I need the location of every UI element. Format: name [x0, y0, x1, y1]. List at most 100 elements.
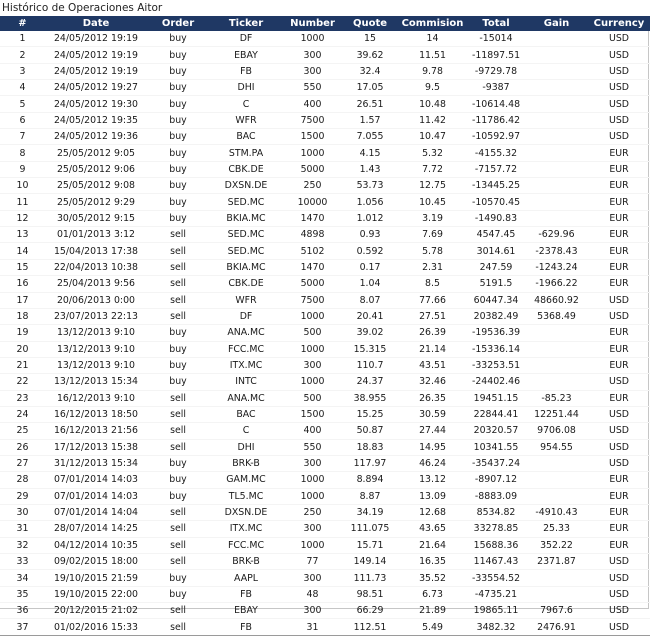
- cell-date[interactable]: 24/05/2012 19:19: [45, 46, 147, 64]
- column-header-date[interactable]: Date: [45, 16, 147, 31]
- cell-total[interactable]: 247.59: [467, 259, 525, 277]
- cell-ticker[interactable]: DF: [209, 31, 283, 48]
- cell-quote[interactable]: 117.97: [342, 455, 398, 473]
- cell-quote[interactable]: 66.29: [342, 602, 398, 620]
- cell-quote[interactable]: 1.04: [342, 275, 398, 293]
- cell-ticker[interactable]: GAM.MC: [209, 471, 283, 489]
- cell-commision[interactable]: 26.39: [398, 324, 467, 342]
- cell-currency[interactable]: USD: [588, 128, 650, 146]
- cell-index[interactable]: 11: [0, 193, 45, 211]
- cell-gain[interactable]: [525, 161, 588, 179]
- cell-commision[interactable]: 32.46: [398, 373, 467, 391]
- cell-gain[interactable]: [525, 324, 588, 342]
- cell-number[interactable]: 300: [283, 357, 342, 375]
- cell-total[interactable]: 15688.36: [467, 537, 525, 555]
- cell-order[interactable]: buy: [147, 357, 209, 375]
- cell-order[interactable]: buy: [147, 193, 209, 211]
- cell-currency[interactable]: USD: [588, 406, 650, 424]
- cell-ticker[interactable]: FCC.MC: [209, 537, 283, 555]
- cell-order[interactable]: sell: [147, 259, 209, 277]
- cell-currency[interactable]: USD: [588, 95, 650, 113]
- cell-order[interactable]: buy: [147, 144, 209, 162]
- cell-currency[interactable]: EUR: [588, 471, 650, 489]
- cell-commision[interactable]: 43.51: [398, 357, 467, 375]
- cell-currency[interactable]: USD: [588, 308, 650, 326]
- cell-commision[interactable]: 7.72: [398, 161, 467, 179]
- cell-gain[interactable]: [525, 586, 588, 604]
- cell-date[interactable]: 23/07/2013 22:13: [45, 308, 147, 326]
- cell-total[interactable]: -10592.97: [467, 128, 525, 146]
- cell-gain[interactable]: [525, 46, 588, 64]
- cell-total[interactable]: -11897.51: [467, 46, 525, 64]
- cell-currency[interactable]: EUR: [588, 177, 650, 195]
- cell-date[interactable]: 07/01/2014 14:03: [45, 488, 147, 505]
- column-header-index[interactable]: #: [0, 16, 45, 31]
- cell-total[interactable]: -8883.09: [467, 488, 525, 505]
- cell-order[interactable]: buy: [147, 488, 209, 505]
- cell-currency[interactable]: USD: [588, 373, 650, 391]
- cell-quote[interactable]: 17.05: [342, 79, 398, 97]
- cell-gain[interactable]: -4910.43: [525, 504, 588, 522]
- cell-order[interactable]: sell: [147, 406, 209, 424]
- cell-commision[interactable]: 10.48: [398, 95, 467, 113]
- cell-date[interactable]: 24/05/2012 19:35: [45, 112, 147, 130]
- cell-date[interactable]: 16/12/2013 9:10: [45, 390, 147, 407]
- cell-total[interactable]: -7157.72: [467, 161, 525, 179]
- cell-gain[interactable]: [525, 112, 588, 130]
- cell-gain[interactable]: -1243.24: [525, 259, 588, 277]
- cell-number[interactable]: 1000: [283, 488, 342, 505]
- cell-ticker[interactable]: ANA.MC: [209, 390, 283, 407]
- cell-order[interactable]: sell: [147, 439, 209, 456]
- cell-order[interactable]: buy: [147, 79, 209, 97]
- cell-gain[interactable]: [525, 79, 588, 97]
- cell-order[interactable]: sell: [147, 275, 209, 293]
- cell-ticker[interactable]: INTC: [209, 373, 283, 391]
- cell-gain[interactable]: 954.55: [525, 439, 588, 456]
- cell-currency[interactable]: USD: [588, 79, 650, 97]
- cell-total[interactable]: -33554.52: [467, 569, 525, 587]
- cell-date[interactable]: 20/12/2015 21:02: [45, 602, 147, 620]
- cell-order[interactable]: sell: [147, 602, 209, 620]
- cell-total[interactable]: -10614.48: [467, 95, 525, 113]
- cell-total[interactable]: 8534.82: [467, 504, 525, 522]
- cell-total[interactable]: 19865.11: [467, 602, 525, 620]
- cell-ticker[interactable]: DHI: [209, 79, 283, 97]
- cell-quote[interactable]: 1.056: [342, 193, 398, 211]
- cell-commision[interactable]: 6.73: [398, 586, 467, 604]
- cell-currency[interactable]: USD: [588, 292, 650, 309]
- cell-ticker[interactable]: ITX.MC: [209, 357, 283, 375]
- cell-date[interactable]: 30/05/2012 9:15: [45, 210, 147, 228]
- cell-total[interactable]: -15336.14: [467, 341, 525, 358]
- cell-index[interactable]: 23: [0, 390, 45, 407]
- cell-date[interactable]: 15/04/2013 17:38: [45, 242, 147, 260]
- cell-index[interactable]: 34: [0, 569, 45, 587]
- cell-index[interactable]: 8: [0, 144, 45, 162]
- cell-order[interactable]: buy: [147, 128, 209, 146]
- cell-quote[interactable]: 111.73: [342, 569, 398, 587]
- cell-order[interactable]: sell: [147, 390, 209, 407]
- cell-quote[interactable]: 8.87: [342, 488, 398, 505]
- cell-gain[interactable]: [525, 193, 588, 211]
- cell-commision[interactable]: 7.69: [398, 226, 467, 244]
- cell-number[interactable]: 1000: [283, 308, 342, 326]
- cell-index[interactable]: 3: [0, 63, 45, 81]
- column-header-gain[interactable]: Gain: [525, 16, 588, 31]
- cell-ticker[interactable]: STM.PA: [209, 144, 283, 162]
- column-header-ticker[interactable]: Ticker: [209, 16, 283, 31]
- cell-index[interactable]: 13: [0, 226, 45, 244]
- cell-quote[interactable]: 110.7: [342, 357, 398, 375]
- cell-number[interactable]: 300: [283, 569, 342, 587]
- cell-quote[interactable]: 8.894: [342, 471, 398, 489]
- column-header-total[interactable]: Total: [467, 16, 525, 31]
- cell-number[interactable]: 7500: [283, 292, 342, 309]
- cell-ticker[interactable]: BAC: [209, 406, 283, 424]
- cell-date[interactable]: 24/05/2012 19:30: [45, 95, 147, 113]
- cell-order[interactable]: sell: [147, 308, 209, 326]
- cell-currency[interactable]: EUR: [588, 537, 650, 555]
- cell-quote[interactable]: 111.075: [342, 520, 398, 538]
- cell-ticker[interactable]: EBAY: [209, 602, 283, 620]
- cell-date[interactable]: 31/12/2013 15:34: [45, 455, 147, 473]
- cell-date[interactable]: 04/12/2014 10:35: [45, 537, 147, 555]
- cell-number[interactable]: 48: [283, 586, 342, 604]
- cell-commision[interactable]: 43.65: [398, 520, 467, 538]
